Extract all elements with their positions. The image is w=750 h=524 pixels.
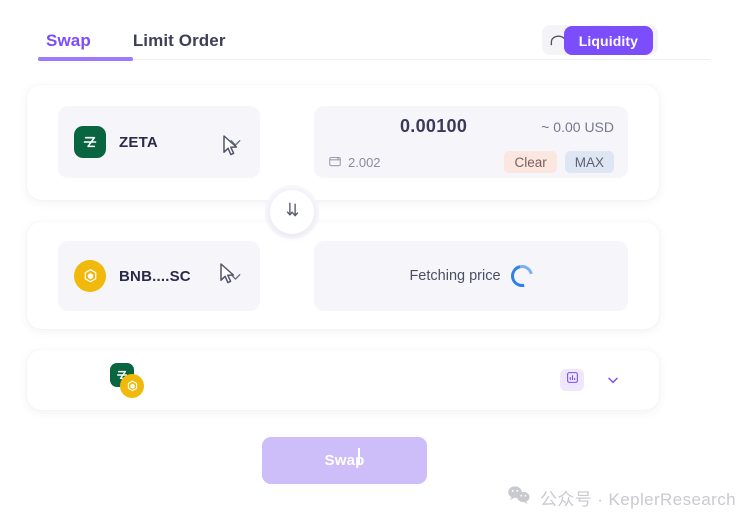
to-token-card: BNB....SC Fetching price [27, 222, 659, 329]
from-amount-box[interactable]: 0.00100 ~ 0.00 USD 2.002 Clear MAX [314, 106, 628, 178]
text-caret [358, 448, 360, 465]
tab-limit-order[interactable]: Limit Order [125, 26, 234, 56]
swap-submit-button[interactable]: Swap [262, 437, 427, 484]
tab-bar: Swap Limit Order [38, 26, 234, 56]
to-token-symbol: BNB....SC [119, 267, 191, 285]
wechat-icon [507, 485, 531, 510]
chevron-down-icon [227, 134, 244, 151]
to-token-selector[interactable]: BNB....SC [58, 241, 260, 311]
clear-button[interactable]: Clear [504, 151, 557, 173]
double-down-arrow-icon [282, 199, 303, 225]
from-token-symbol: ZETA [119, 133, 158, 151]
from-token-selector[interactable]: ZETA [58, 106, 260, 178]
from-amount-controls: 2.002 Clear MAX [328, 151, 614, 173]
to-price-status: Fetching price [314, 241, 628, 311]
fetching-price-label: Fetching price [409, 268, 501, 284]
swap-app: Swap Limit Order Liquidity ZETA 0.00100 … [0, 0, 750, 524]
top-bar: Swap Limit Order Liquidity [0, 0, 750, 63]
route-expand-button[interactable] [605, 372, 621, 393]
chevron-down-icon [605, 375, 621, 392]
zeta-logo-icon [74, 126, 106, 158]
watermark-text: 公众号 · KeplerResearch [539, 490, 736, 509]
loading-spinner-icon [506, 260, 537, 292]
route-chart-button[interactable] [560, 369, 584, 391]
watermark: 公众号 · KeplerResearch [507, 485, 736, 510]
bnb-logo-icon [120, 374, 144, 398]
wallet-icon [328, 154, 342, 171]
tab-swap[interactable]: Swap [38, 26, 99, 56]
bnb-logo-icon [74, 260, 106, 292]
route-token-pair [84, 363, 144, 403]
max-button[interactable]: MAX [564, 151, 614, 173]
route-summary-card[interactable] [27, 350, 659, 410]
from-amount-input[interactable]: 0.00100 [328, 116, 467, 137]
tab-active-underline [38, 57, 133, 61]
from-token-card: ZETA 0.00100 ~ 0.00 USD 2.002 Clear MAX [27, 85, 659, 200]
from-amount-row: 0.00100 ~ 0.00 USD [328, 116, 614, 142]
chart-icon [566, 371, 579, 389]
chevron-down-icon [227, 268, 244, 285]
from-usd-value: ~ 0.00 USD [541, 119, 614, 135]
swap-direction-button[interactable] [270, 190, 314, 234]
from-balance-value: 2.002 [348, 154, 381, 170]
liquidity-button[interactable]: Liquidity [563, 26, 653, 55]
topbar-divider [38, 59, 710, 60]
from-balance: 2.002 [328, 154, 381, 171]
